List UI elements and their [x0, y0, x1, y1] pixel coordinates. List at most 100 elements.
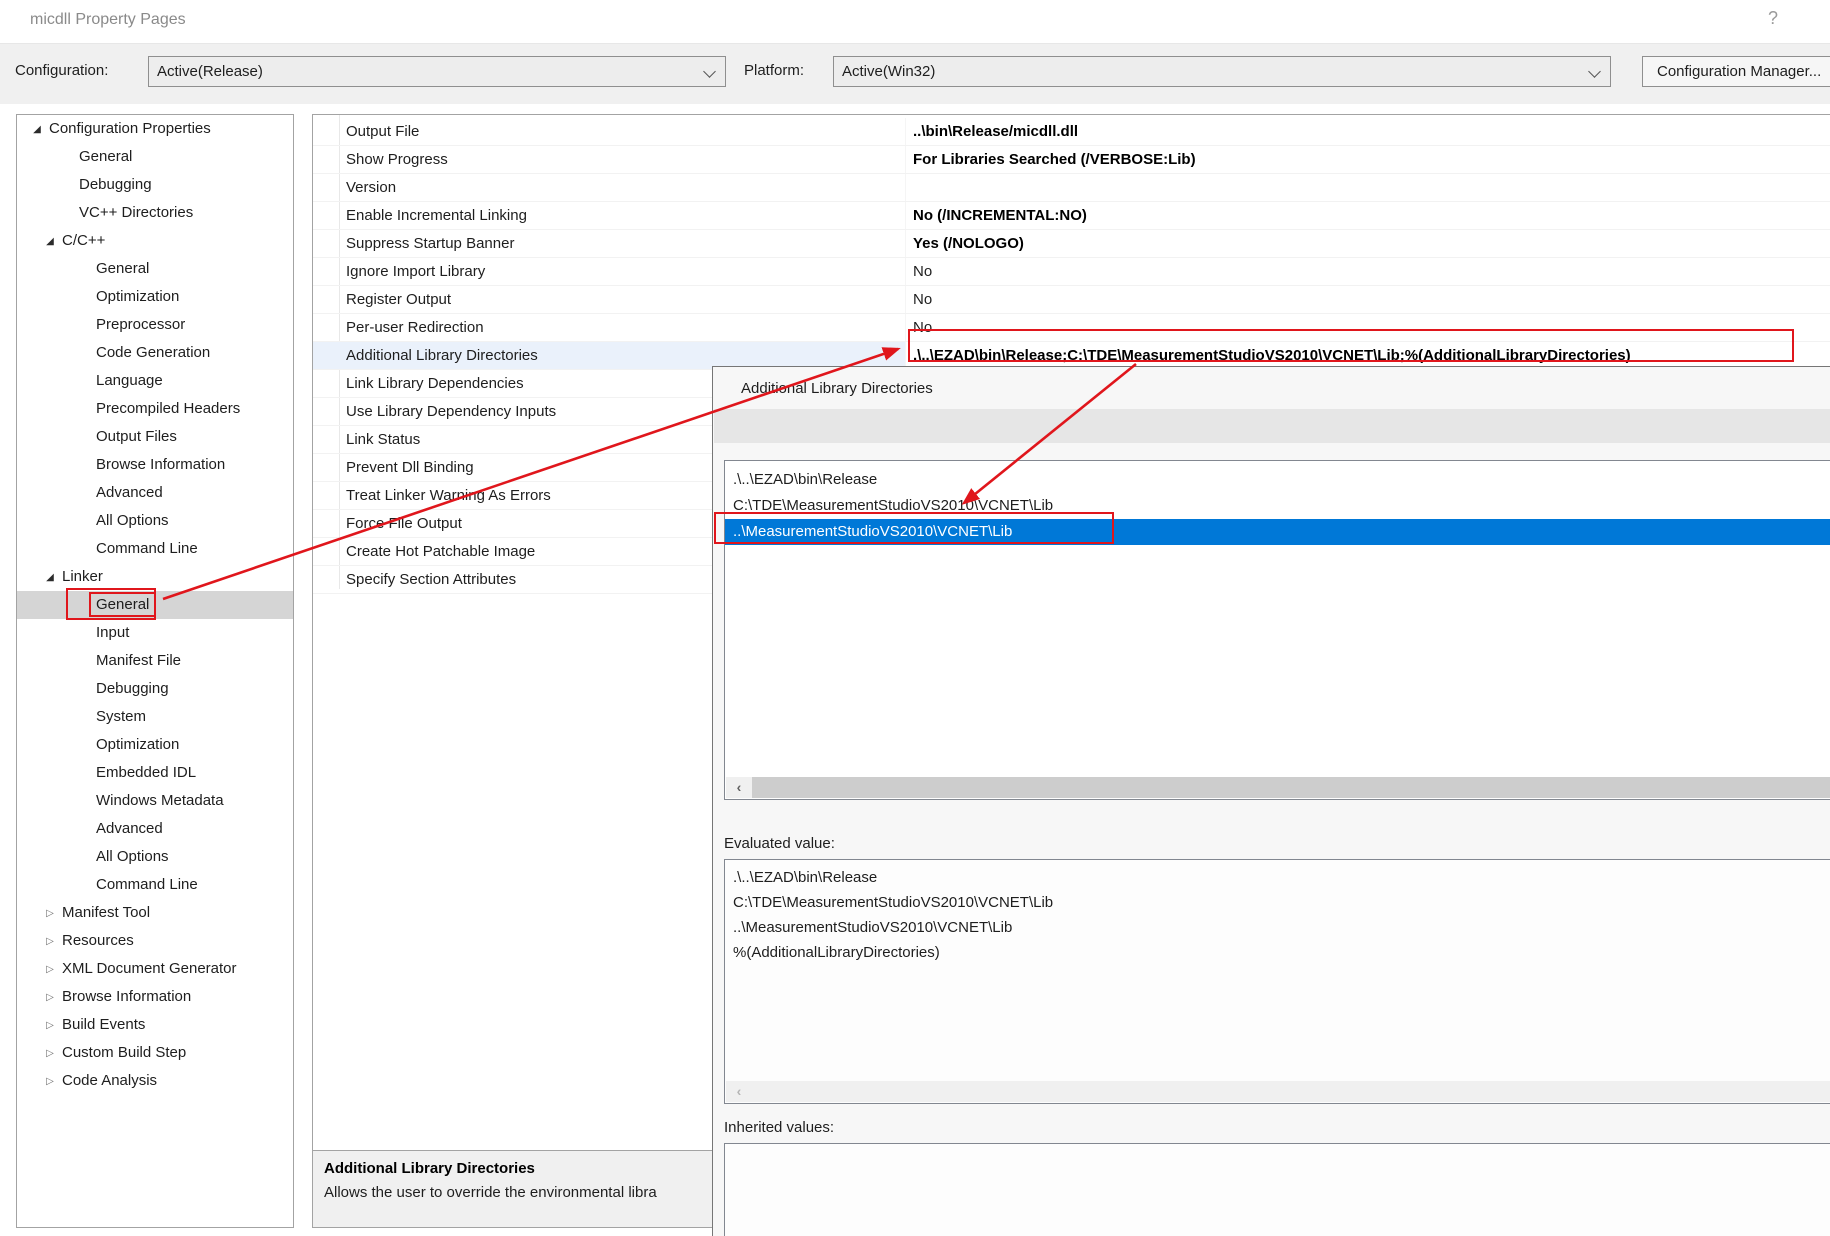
- property-name: Show Progress: [313, 146, 905, 173]
- tree-expander-icon[interactable]: [30, 116, 44, 144]
- tree-item[interactable]: Custom Build Step: [17, 1039, 293, 1067]
- property-value[interactable]: No: [905, 314, 1830, 341]
- tree-item-label: Browse Information: [91, 454, 230, 475]
- dialog-title: micdll Property Pages: [30, 11, 186, 29]
- tree-item[interactable]: Linker: [17, 563, 293, 591]
- tree-item[interactable]: Resources: [17, 927, 293, 955]
- tree-expander-icon[interactable]: [43, 1040, 57, 1068]
- tree-item[interactable]: General: [17, 255, 293, 283]
- tree-item-label: Optimization: [91, 286, 184, 307]
- tree-expander-icon[interactable]: [43, 900, 57, 928]
- configuration-manager-button[interactable]: Configuration Manager...: [1642, 56, 1830, 87]
- scroll-left-icon[interactable]: ‹: [726, 777, 752, 798]
- tree-expander-icon[interactable]: [43, 228, 57, 256]
- property-value[interactable]: Yes (/NOLOGO): [905, 230, 1830, 257]
- tree-item-label: General: [91, 258, 154, 279]
- platform-dropdown[interactable]: Active(Win32): [833, 56, 1611, 87]
- tree-item[interactable]: Browse Information: [17, 983, 293, 1011]
- tree-item[interactable]: Debugging: [17, 675, 293, 703]
- tree-item[interactable]: Manifest Tool: [17, 899, 293, 927]
- tree-item[interactable]: Embedded IDL: [17, 759, 293, 787]
- property-row[interactable]: Show Progress For Libraries Searched (/V…: [313, 146, 1830, 174]
- tree-item[interactable]: Browse Information: [17, 451, 293, 479]
- tree-item[interactable]: Input: [17, 619, 293, 647]
- popup-toolbar: [714, 409, 1830, 443]
- property-row[interactable]: Version: [313, 174, 1830, 202]
- scrollbar-thumb[interactable]: [752, 777, 1830, 798]
- property-name: Suppress Startup Banner: [313, 230, 905, 257]
- property-row[interactable]: Register Output No: [313, 286, 1830, 314]
- tree-item[interactable]: VC++ Directories: [17, 199, 293, 227]
- tree-item[interactable]: Output Files: [17, 423, 293, 451]
- tree-item[interactable]: Language: [17, 367, 293, 395]
- property-value[interactable]: No (/INCREMENTAL:NO): [905, 202, 1830, 229]
- tree-expander-icon[interactable]: [43, 1068, 57, 1096]
- tree-item[interactable]: Code Generation: [17, 339, 293, 367]
- tree-item[interactable]: Optimization: [17, 731, 293, 759]
- property-row[interactable]: Suppress Startup Banner Yes (/NOLOGO): [313, 230, 1830, 258]
- tree-item[interactable]: C/C++: [17, 227, 293, 255]
- tree-item-label: XML Document Generator: [57, 958, 242, 979]
- tree-expander-icon[interactable]: [43, 928, 57, 956]
- property-value[interactable]: [905, 174, 1830, 201]
- property-row[interactable]: Enable Incremental Linking No (/INCREMEN…: [313, 202, 1830, 230]
- property-name: Ignore Import Library: [313, 258, 905, 285]
- tree-expander-icon[interactable]: [43, 956, 57, 984]
- tree-item[interactable]: Preprocessor: [17, 311, 293, 339]
- property-name: Additional Library Directories: [313, 342, 905, 369]
- property-row[interactable]: Output File ..\bin\Release/micdll.dll: [313, 118, 1830, 146]
- tree-item[interactable]: Advanced: [17, 479, 293, 507]
- tree-item-label: Windows Metadata: [91, 790, 229, 811]
- tree-item[interactable]: General: [17, 143, 293, 171]
- inherited-values-label: Inherited values:: [724, 1119, 834, 1136]
- tree-expander-icon[interactable]: [43, 984, 57, 1012]
- tree-item-label: General: [74, 146, 137, 167]
- tree-item[interactable]: Manifest File: [17, 647, 293, 675]
- tree-item[interactable]: Code Analysis: [17, 1067, 293, 1095]
- platform-dropdown-value: Active(Win32): [842, 63, 935, 80]
- configuration-tree: Configuration Properties General Debuggi…: [16, 114, 294, 1228]
- popup-title: Additional Library Directories: [741, 380, 933, 397]
- configuration-label: Configuration:: [15, 62, 108, 79]
- property-value[interactable]: No: [905, 286, 1830, 313]
- tree-item[interactable]: Debugging: [17, 171, 293, 199]
- evaluated-value-hscrollbar[interactable]: ‹: [726, 1081, 1830, 1102]
- scrollbar-thumb[interactable]: [752, 1081, 1830, 1102]
- tree-item-label: Output Files: [91, 426, 182, 447]
- directory-list-item[interactable]: ..\MeasurementStudioVS2010\VCNET\Lib: [725, 519, 1830, 545]
- tree-item-label: Embedded IDL: [91, 762, 201, 783]
- tree-item[interactable]: Configuration Properties: [17, 115, 293, 143]
- tree-item-label: Language: [91, 370, 168, 391]
- directory-list-item[interactable]: .\..\EZAD\bin\Release: [725, 467, 1830, 493]
- tree-expander-icon[interactable]: [43, 1012, 57, 1040]
- help-icon[interactable]: ?: [1768, 8, 1778, 29]
- help-panel-description: Allows the user to override the environm…: [324, 1184, 657, 1201]
- tree-item[interactable]: Optimization: [17, 283, 293, 311]
- directory-list-item[interactable]: C:\TDE\MeasurementStudioVS2010\VCNET\Lib: [725, 493, 1830, 519]
- property-value[interactable]: ..\bin\Release/micdll.dll: [905, 118, 1830, 145]
- property-row[interactable]: Per-user Redirection No: [313, 314, 1830, 342]
- tree-item[interactable]: All Options: [17, 843, 293, 871]
- tree-item[interactable]: Advanced: [17, 815, 293, 843]
- configuration-dropdown[interactable]: Active(Release): [148, 56, 726, 87]
- tree-item-label: Code Analysis: [57, 1070, 162, 1091]
- tree-expander-icon[interactable]: [43, 564, 57, 592]
- property-value[interactable]: No: [905, 258, 1830, 285]
- tree-item[interactable]: General: [17, 591, 293, 619]
- directory-list-hscrollbar[interactable]: ‹: [726, 777, 1830, 798]
- property-value[interactable]: For Libraries Searched (/VERBOSE:Lib): [905, 146, 1830, 173]
- tree-item[interactable]: System: [17, 703, 293, 731]
- tree-item[interactable]: Command Line: [17, 871, 293, 899]
- tree-item[interactable]: Windows Metadata: [17, 787, 293, 815]
- tree-item-label: Custom Build Step: [57, 1042, 191, 1063]
- tree-item[interactable]: Command Line: [17, 535, 293, 563]
- tree-item[interactable]: XML Document Generator: [17, 955, 293, 983]
- scroll-left-icon[interactable]: ‹: [726, 1081, 752, 1102]
- tree-item[interactable]: All Options: [17, 507, 293, 535]
- tree-item[interactable]: Build Events: [17, 1011, 293, 1039]
- tree-item[interactable]: Precompiled Headers: [17, 395, 293, 423]
- tree-item-label: VC++ Directories: [74, 202, 198, 223]
- property-row[interactable]: Ignore Import Library No: [313, 258, 1830, 286]
- property-value[interactable]: .\..\EZAD\bin\Release;C:\TDE\Measurement…: [905, 342, 1830, 369]
- tree-item-label: All Options: [91, 510, 174, 531]
